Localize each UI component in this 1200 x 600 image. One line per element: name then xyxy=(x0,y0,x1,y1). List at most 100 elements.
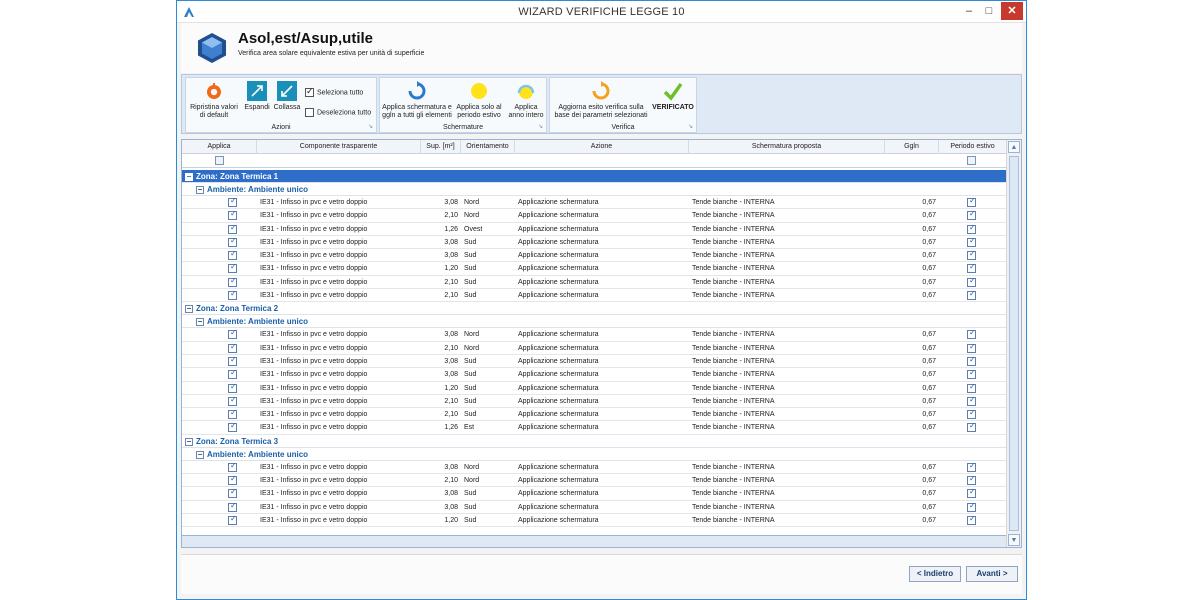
apply-checkbox[interactable] xyxy=(228,461,237,472)
table-row[interactable]: IE31 - Infisso in pvc e vetro doppio 2,10… xyxy=(182,408,1006,422)
table-row[interactable]: IE31 - Infisso in pvc e vetro doppio 3,08… xyxy=(182,249,1006,263)
summer-period-checkbox[interactable] xyxy=(967,514,976,525)
collapse-toggle-icon[interactable]: − xyxy=(196,450,204,459)
summer-period-checkbox[interactable] xyxy=(967,236,976,247)
table-row[interactable]: IE31 - Infisso in pvc e vetro doppio 3,08… xyxy=(182,461,1006,475)
summer-period-checkbox[interactable] xyxy=(967,289,976,301)
apply-checkbox[interactable] xyxy=(228,276,237,287)
summer-period-checkbox[interactable] xyxy=(967,487,976,499)
summer-period-checkbox[interactable] xyxy=(967,355,976,366)
apply-checkbox[interactable] xyxy=(228,395,237,406)
table-row[interactable]: IE31 - Infisso in pvc e vetro doppio 2,10… xyxy=(182,276,1006,290)
collapse-toggle-icon[interactable]: − xyxy=(185,437,193,446)
apply-checkbox[interactable] xyxy=(228,355,237,366)
table-row[interactable]: IE31 - Infisso in pvc e vetro doppio 2,10… xyxy=(182,342,1006,355)
table-row[interactable]: IE31 - Infisso in pvc e vetro doppio 1,26… xyxy=(182,223,1006,236)
update-check-button[interactable]: Aggiorna esito verifica sulla base dei p… xyxy=(552,81,650,120)
col-applica[interactable]: Applica xyxy=(182,140,257,154)
next-button[interactable]: Avanti > xyxy=(966,566,1018,582)
group-launcher-icon[interactable]: ↘ xyxy=(688,123,693,130)
minimize-button[interactable]: – xyxy=(959,2,979,20)
vertical-scrollbar[interactable]: ▲ ▼ xyxy=(1006,140,1021,547)
collapse-toggle-icon[interactable]: − xyxy=(196,318,204,327)
table-row[interactable]: IE31 - Infisso in pvc e vetro doppio 1,20… xyxy=(182,382,1006,395)
apply-checkbox[interactable] xyxy=(228,408,237,420)
apply-checkbox[interactable] xyxy=(228,209,237,221)
summer-period-checkbox[interactable] xyxy=(967,368,976,380)
apply-checkbox[interactable] xyxy=(228,196,237,207)
back-button[interactable]: < Indietro xyxy=(909,566,961,582)
summer-period-checkbox[interactable] xyxy=(967,461,976,472)
col-schermatura[interactable]: Schermatura proposta xyxy=(689,140,885,154)
apply-checkbox[interactable] xyxy=(228,368,237,380)
apply-checkbox[interactable] xyxy=(228,342,237,353)
expand-button[interactable]: Espandi xyxy=(242,81,272,112)
summer-period-checkbox[interactable] xyxy=(967,474,976,486)
apply-checkbox[interactable] xyxy=(228,223,237,234)
filter-periodo-icon[interactable] xyxy=(967,156,976,165)
ambiente-group-row[interactable]: − Ambiente: Ambiente unico xyxy=(182,183,1006,196)
apply-checkbox[interactable] xyxy=(228,382,237,393)
apply-checkbox[interactable] xyxy=(228,236,237,247)
reset-defaults-button[interactable]: Ripristina valori di default xyxy=(188,81,240,120)
maximize-button[interactable]: □ xyxy=(980,2,998,20)
table-row[interactable]: IE31 - Infisso in pvc e vetro doppio 3,08… xyxy=(182,501,1006,514)
col-componente[interactable]: Componente trasparente xyxy=(257,140,421,154)
zone-group-row[interactable]: − Zona: Zona Termica 3 xyxy=(182,435,1006,448)
col-azione[interactable]: Azione xyxy=(515,140,689,154)
apply-checkbox[interactable] xyxy=(228,289,237,301)
col-orientamento[interactable]: Orientamento xyxy=(461,140,515,154)
group-launcher-icon[interactable]: ↘ xyxy=(538,123,543,130)
summer-period-checkbox[interactable] xyxy=(967,196,976,207)
zone-group-row[interactable]: − Zona: Zona Termica 1 xyxy=(182,170,1006,183)
apply-checkbox[interactable] xyxy=(228,474,237,486)
col-superficie[interactable]: Sup. [m²] xyxy=(421,140,461,154)
summer-period-checkbox[interactable] xyxy=(967,395,976,406)
table-row[interactable]: IE31 - Infisso in pvc e vetro doppio 1,20… xyxy=(182,514,1006,528)
table-row[interactable]: IE31 - Infisso in pvc e vetro doppio 1,20… xyxy=(182,262,1006,276)
table-row[interactable]: IE31 - Infisso in pvc e vetro doppio 3,08… xyxy=(182,487,1006,501)
summer-period-checkbox[interactable] xyxy=(967,223,976,234)
ambiente-group-row[interactable]: − Ambiente: Ambiente unico xyxy=(182,315,1006,329)
collapse-toggle-icon[interactable]: − xyxy=(185,305,193,314)
collapse-button[interactable]: Collassa xyxy=(272,81,302,112)
apply-checkbox[interactable] xyxy=(228,501,237,512)
group-launcher-icon[interactable]: ↘ xyxy=(368,123,373,130)
apply-checkbox[interactable] xyxy=(228,249,237,261)
summer-period-checkbox[interactable] xyxy=(967,408,976,420)
table-row[interactable]: IE31 - Infisso in pvc e vetro doppio 3,08… xyxy=(182,355,1006,369)
summer-period-checkbox[interactable] xyxy=(967,382,976,393)
summer-period-checkbox[interactable] xyxy=(967,262,976,274)
table-row[interactable]: IE31 - Infisso in pvc e vetro doppio 3,08… xyxy=(182,196,1006,210)
apply-summer-button[interactable]: Applica solo al periodo estivo xyxy=(452,81,506,120)
apply-checkbox[interactable] xyxy=(228,487,237,499)
table-row[interactable]: IE31 - Infisso in pvc e vetro doppio 3,08… xyxy=(182,328,1006,342)
col-ggln[interactable]: Ggln xyxy=(885,140,939,154)
summer-period-checkbox[interactable] xyxy=(967,421,976,433)
table-row[interactable]: IE31 - Infisso in pvc e vetro doppio 1,26… xyxy=(182,421,1006,435)
ambiente-group-row[interactable]: − Ambiente: Ambiente unico xyxy=(182,448,1006,461)
table-row[interactable]: IE31 - Infisso in pvc e vetro doppio 2,10… xyxy=(182,395,1006,409)
apply-year-button[interactable]: Applica anno intero xyxy=(506,81,546,120)
scroll-down-icon[interactable]: ▼ xyxy=(1008,534,1020,546)
table-row[interactable]: IE31 - Infisso in pvc e vetro doppio 2,10… xyxy=(182,289,1006,303)
table-row[interactable]: IE31 - Infisso in pvc e vetro doppio 2,10… xyxy=(182,209,1006,223)
summer-period-checkbox[interactable] xyxy=(967,501,976,512)
collapse-toggle-icon[interactable]: − xyxy=(196,185,204,194)
collapse-toggle-icon[interactable]: − xyxy=(185,172,193,181)
deselect-all-checkbox[interactable]: Deseleziona tutto xyxy=(305,108,371,117)
table-row[interactable]: IE31 - Infisso in pvc e vetro doppio 3,08… xyxy=(182,236,1006,250)
zone-group-row[interactable]: − Zona: Zona Termica 2 xyxy=(182,302,1006,316)
table-row[interactable]: IE31 - Infisso in pvc e vetro doppio 2,10… xyxy=(182,474,1006,488)
scroll-up-icon[interactable]: ▲ xyxy=(1008,141,1020,153)
apply-checkbox[interactable] xyxy=(228,421,237,433)
filter-applica-icon[interactable] xyxy=(215,156,224,165)
table-row[interactable]: IE31 - Infisso in pvc e vetro doppio 3,08… xyxy=(182,368,1006,382)
summer-period-checkbox[interactable] xyxy=(967,276,976,287)
col-periodo-estivo[interactable]: Periodo estivo xyxy=(939,140,1006,154)
apply-checkbox[interactable] xyxy=(228,514,237,525)
close-button[interactable]: ✕ xyxy=(1001,2,1023,20)
summer-period-checkbox[interactable] xyxy=(967,342,976,353)
apply-checkbox[interactable] xyxy=(228,262,237,274)
apply-checkbox[interactable] xyxy=(228,328,237,340)
